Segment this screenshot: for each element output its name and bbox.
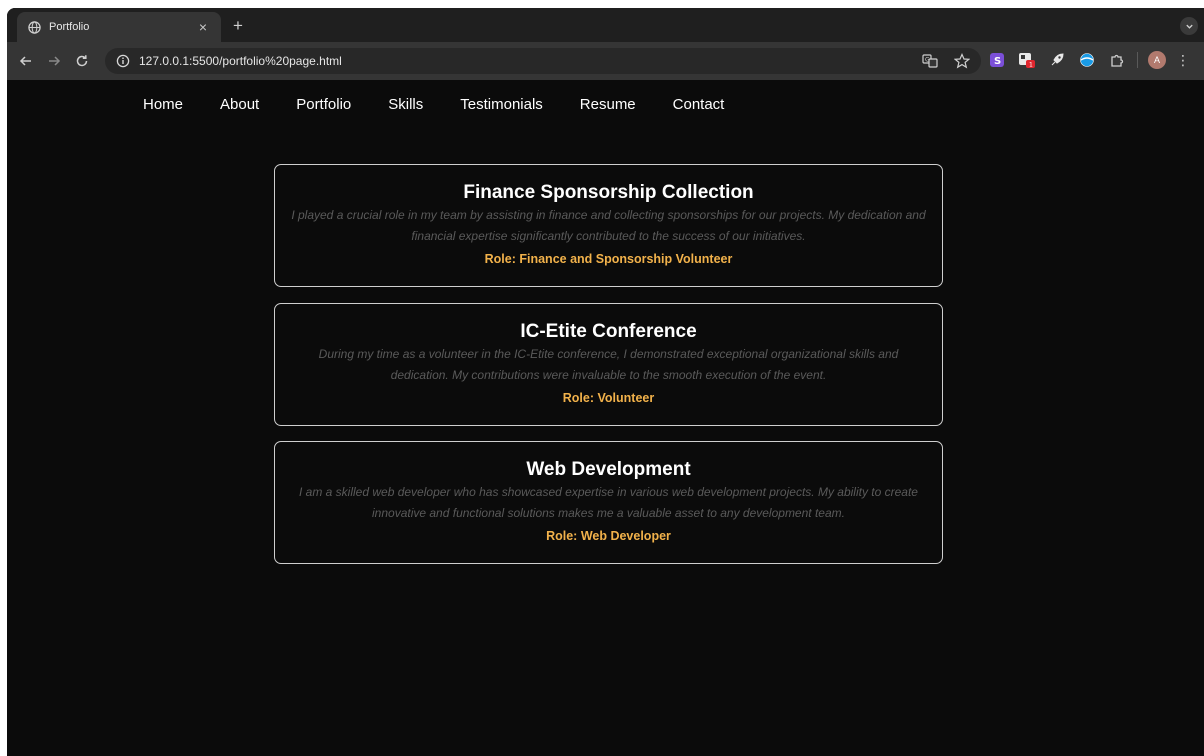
card-title: Web Development: [526, 459, 691, 480]
forward-button[interactable]: [43, 50, 65, 72]
tab-strip: Portfolio × +: [7, 8, 1204, 42]
tab-portfolio[interactable]: Portfolio ×: [17, 12, 221, 42]
chevron-down-icon: [1185, 24, 1193, 29]
extension-badge-icon[interactable]: 1: [1017, 50, 1037, 70]
card-role: Role: Web Developer: [546, 529, 671, 543]
tab-title: Portfolio: [49, 21, 90, 33]
page-viewport: Home About Portfolio Skills Testimonials…: [7, 80, 1204, 756]
url-text: 127.0.0.1:5500/portfolio%20page.html: [139, 54, 342, 68]
reload-icon: [76, 55, 88, 67]
extensions-area: S 1 A ⋮: [987, 50, 1190, 70]
card-title: Finance Sponsorship Collection: [463, 182, 754, 203]
tab-search-button[interactable]: [1180, 17, 1198, 35]
card-description: During my time as a volunteer in the IC-…: [318, 347, 899, 382]
address-bar[interactable]: 127.0.0.1:5500/portfolio%20page.html G: [105, 48, 981, 74]
nav-link-portfolio[interactable]: Portfolio: [296, 96, 351, 113]
new-tab-button[interactable]: +: [227, 16, 249, 38]
card-role: Role: Finance and Sponsorship Volunteer: [484, 252, 733, 266]
globe-icon: [27, 20, 41, 34]
portfolio-card: Finance Sponsorship Collection I played …: [274, 164, 943, 287]
portfolio-card: IC-Etite Conference During my time as a …: [274, 303, 943, 426]
site-info-icon[interactable]: [115, 53, 131, 69]
toolbar-divider: [1137, 52, 1138, 68]
nav-link-contact[interactable]: Contact: [673, 96, 725, 113]
card-description: I played a crucial role in my team by as…: [291, 208, 926, 243]
site-nav: Home About Portfolio Skills Testimonials…: [143, 96, 761, 113]
arrow-right-icon: [49, 56, 61, 66]
svg-text:1: 1: [1029, 62, 1033, 69]
rocket-icon[interactable]: [1047, 50, 1067, 70]
portfolio-card: Web Development I am a skilled web devel…: [274, 441, 943, 564]
card-description: I am a skilled web developer who has sho…: [299, 485, 918, 520]
nav-link-skills[interactable]: Skills: [388, 96, 423, 113]
translate-icon[interactable]: G: [921, 52, 939, 70]
arrow-left-icon: [19, 56, 31, 66]
vpn-globe-icon[interactable]: [1077, 50, 1097, 70]
nav-link-about[interactable]: About: [220, 96, 259, 113]
nav-link-resume[interactable]: Resume: [580, 96, 636, 113]
back-button[interactable]: [15, 50, 37, 72]
extensions-puzzle-icon[interactable]: [1107, 50, 1127, 70]
nav-link-testimonials[interactable]: Testimonials: [460, 96, 543, 113]
close-tab-icon[interactable]: ×: [195, 19, 211, 35]
bookmark-star-icon[interactable]: [953, 52, 971, 70]
menu-kebab-icon[interactable]: ⋮: [1176, 52, 1190, 69]
nav-link-home[interactable]: Home: [143, 96, 183, 113]
extension-s-icon[interactable]: S: [987, 50, 1007, 70]
reload-button[interactable]: [71, 50, 93, 72]
browser-window: Portfolio × + 127.0.0.1:5500/portfolio%2…: [7, 8, 1204, 756]
profile-avatar[interactable]: A: [1148, 51, 1166, 69]
card-title: IC-Etite Conference: [520, 321, 697, 342]
browser-toolbar: 127.0.0.1:5500/portfolio%20page.html G S…: [7, 42, 1204, 80]
svg-text:S: S: [994, 56, 1001, 67]
card-role: Role: Volunteer: [562, 391, 655, 405]
svg-text:G: G: [925, 57, 930, 64]
